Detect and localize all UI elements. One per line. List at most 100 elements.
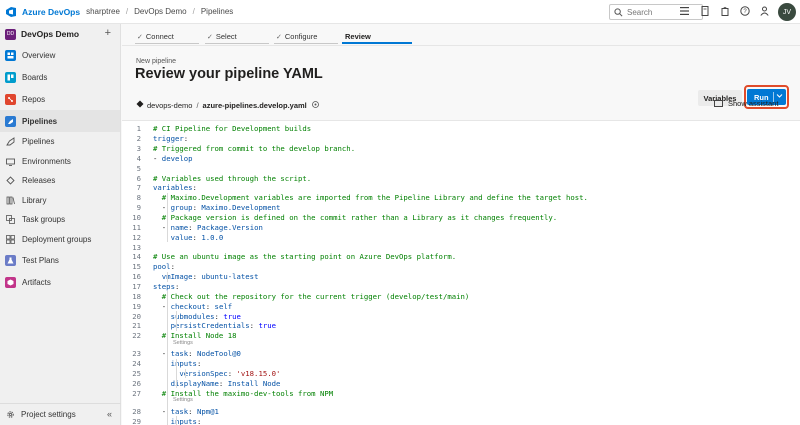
line-number: 18 xyxy=(132,291,141,301)
marketplace-icon[interactable] xyxy=(719,5,730,17)
sidebar-item-label: Overview xyxy=(22,50,56,60)
sidebar-subitem-deployment-groups[interactable]: Deployment groups xyxy=(0,230,120,250)
step-select[interactable]: ✓ Select xyxy=(207,32,237,41)
add-icon[interactable]: + xyxy=(105,27,111,39)
pipelines-icon xyxy=(5,115,16,127)
tips-icon[interactable] xyxy=(699,5,710,17)
sidebar-subitem-environments[interactable]: Environments xyxy=(0,152,120,172)
code-line[interactable]: 4 - develop xyxy=(122,154,193,164)
code-text: - checkout: self xyxy=(161,301,233,311)
deployment-groups-icon xyxy=(5,234,15,244)
code-text: # CI Pipeline for Development builds xyxy=(153,124,312,134)
code-text: pool: xyxy=(153,262,175,272)
code-line[interactable]: 14 # Use an ubuntu image as the starting … xyxy=(122,252,456,262)
azure-devops-logo-icon[interactable] xyxy=(5,6,17,18)
sidebar-subitem-library[interactable]: Library xyxy=(0,191,120,211)
code-line[interactable]: 5 xyxy=(122,163,153,173)
project-name: DevOps Demo xyxy=(21,29,80,39)
sidebar-item-test-plans[interactable]: Test Plans xyxy=(0,249,120,271)
step-review[interactable]: Review xyxy=(345,32,371,41)
repo-name[interactable]: devops-demo xyxy=(147,101,192,110)
code-text: # Variables used through the script. xyxy=(153,173,312,183)
sidebar-item-overview[interactable]: Overview xyxy=(0,44,120,66)
code-line[interactable]: 24 inputs: xyxy=(122,359,201,369)
sidebar-item-repos[interactable]: Repos xyxy=(0,88,120,110)
step-configure[interactable]: ✓ Configure xyxy=(276,32,317,41)
sidebar-subitem-task-groups[interactable]: Task groups xyxy=(0,210,120,230)
main-content: ✓ Connect ✓ Select ✓ Configure Review New p… xyxy=(122,24,800,425)
user-settings-icon[interactable] xyxy=(759,5,770,17)
file-name[interactable]: azure-pipelines.develop.yaml xyxy=(203,101,307,110)
sidebar-item-artifacts[interactable]: Artifacts xyxy=(0,271,120,293)
code-line[interactable]: 13 xyxy=(122,242,153,252)
code-line[interactable]: 7 variables: xyxy=(122,183,197,193)
code-line[interactable]: 20 submodules: true xyxy=(122,311,241,321)
breadcrumb-project[interactable]: DevOps Demo xyxy=(134,7,186,16)
code-line[interactable]: 25 versionSpec: 'v18.15.0' xyxy=(122,369,280,379)
code-line[interactable]: 23 - task: NodeTool@0 xyxy=(122,349,241,359)
breadcrumb-pipelines[interactable]: Pipelines xyxy=(201,7,233,16)
project-settings[interactable]: Project settings « xyxy=(0,403,121,425)
code-line[interactable]: 28 - task: Npm@1 xyxy=(122,406,219,416)
code-line[interactable]: 2 trigger: xyxy=(122,134,189,144)
step-progress-line xyxy=(205,43,269,44)
yaml-editor[interactable]: 1 # CI Pipeline for Development builds 2 tr… xyxy=(122,120,800,425)
sidebar-item-boards[interactable]: Boards xyxy=(0,66,120,88)
settings-codelens-link[interactable]: Settings xyxy=(173,340,193,346)
breadcrumb-org[interactable]: sharptree xyxy=(86,7,120,16)
sidebar-subitem-label: Task groups xyxy=(22,215,66,225)
step-connect[interactable]: ✓ Connect xyxy=(137,32,174,41)
line-number: 7 xyxy=(136,183,141,193)
collapse-sidebar-icon[interactable]: « xyxy=(107,409,112,419)
code-line[interactable]: 8 # Maximo.Development variables are imp… xyxy=(122,193,588,203)
step-progress-line xyxy=(274,43,338,44)
file-path-bar: devops-demo / azure-pipelines.develop.ya… xyxy=(136,99,319,111)
step-label: Configure xyxy=(284,32,318,41)
code-line[interactable]: 10 # Package version is defined on the c… xyxy=(122,213,557,223)
brand-link[interactable]: Azure DevOps xyxy=(22,7,80,17)
line-number: 11 xyxy=(132,222,141,232)
code-text: # Check out the repository for the curre… xyxy=(161,291,470,301)
code-line[interactable]: 27 # Install the maximo-dev-tools from N… xyxy=(122,388,333,398)
help-icon[interactable]: ? xyxy=(739,5,750,17)
show-assistant-button[interactable]: Show assistant xyxy=(714,99,778,108)
code-text: # Triggered from commit to the develop b… xyxy=(153,144,356,154)
sidebar-subitem-label: Releases xyxy=(22,176,56,186)
show-assistant-label: Show assistant xyxy=(728,99,779,108)
sidebar-subitem-releases[interactable]: Releases xyxy=(0,171,120,191)
path-separator: / xyxy=(196,100,199,110)
step-label: Connect xyxy=(145,32,174,41)
line-number: 27 xyxy=(132,388,141,398)
code-line[interactable]: 19 - checkout: self xyxy=(122,301,232,311)
code-line[interactable]: 18 # Check out the repository for the cu… xyxy=(122,291,469,301)
user-avatar[interactable]: JV xyxy=(778,3,796,21)
sidebar-item-label: Artifacts xyxy=(22,277,51,287)
settings-codelens-link[interactable]: Settings xyxy=(173,397,193,403)
code-line[interactable]: 29 inputs: xyxy=(122,416,201,425)
sidebar-item-pipelines[interactable]: Pipelines xyxy=(0,110,120,132)
code-line[interactable]: 11 - name: Package.Version xyxy=(122,223,263,233)
indent-guide xyxy=(176,311,177,331)
step-progress-line xyxy=(135,43,199,44)
code-line[interactable]: 16 vmImage: ubuntu-latest xyxy=(122,272,258,282)
code-text: - task: Npm@1 xyxy=(161,406,219,416)
code-line[interactable]: 26 displayName: Install Node xyxy=(122,378,280,388)
sidebar-subitem-pipelines[interactable]: Pipelines xyxy=(0,132,120,152)
code-line[interactable]: 3 # Triggered from commit to the develop … xyxy=(122,144,356,154)
line-number: 15 xyxy=(132,262,141,272)
project-header[interactable]: DD DevOps Demo xyxy=(0,24,120,44)
code-line[interactable]: 12 value: 1.0.0 xyxy=(122,232,223,242)
rename-icon[interactable] xyxy=(311,100,319,110)
code-line[interactable]: 15 pool: xyxy=(122,262,175,272)
code-line[interactable]: 17 steps: xyxy=(122,282,179,292)
code-line[interactable]: 21 persistCredentials: true xyxy=(122,321,276,331)
line-number: 3 xyxy=(136,144,141,154)
list-icon[interactable] xyxy=(679,5,690,17)
project-settings-label: Project settings xyxy=(21,410,76,419)
code-line[interactable]: 6 # Variables used through the script. xyxy=(122,173,312,183)
library-icon xyxy=(5,195,15,205)
code-line[interactable]: 9 - group: Maximo.Development xyxy=(122,203,281,213)
code-line[interactable]: 1 # CI Pipeline for Development builds xyxy=(122,124,312,134)
sidebar-subitem-label: Pipelines xyxy=(22,137,55,147)
line-number: 28 xyxy=(132,406,141,416)
